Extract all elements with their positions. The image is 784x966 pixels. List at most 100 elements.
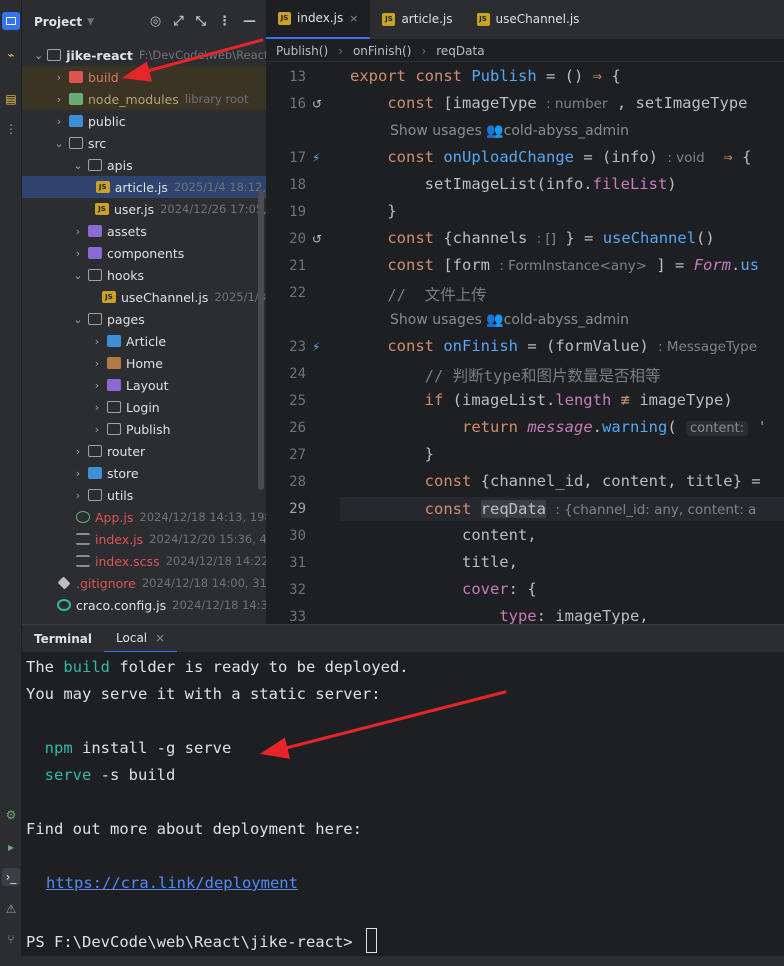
tree-row[interactable]: JS useChannel.js 2025/1/3	[22, 286, 266, 308]
tree-item-label: public	[88, 113, 126, 129]
js-file-icon: JS	[278, 11, 291, 25]
tree-item-label: utils	[107, 487, 134, 503]
line-number: 27	[289, 447, 306, 463]
chevron-right-icon[interactable]: ›	[53, 115, 65, 128]
chevron-right-icon[interactable]: ›	[53, 71, 65, 84]
tab-local[interactable]: Local ×	[104, 625, 178, 653]
chevron-right-icon[interactable]: ›	[91, 357, 103, 370]
close-icon[interactable]: ×	[155, 631, 165, 645]
services-tool-icon[interactable]: ⚙	[2, 806, 20, 824]
locate-icon[interactable]: ◎	[150, 14, 161, 29]
terminal-output[interactable]: The build folder is ready to be deployed…	[22, 652, 784, 956]
chevron-right-icon[interactable]: ›	[72, 247, 84, 260]
tree-row[interactable]: › public	[22, 110, 266, 132]
code-line: }	[350, 202, 397, 220]
problems-tool-icon[interactable]: ⚠	[2, 900, 20, 918]
tree-row[interactable]: › utils	[22, 484, 266, 506]
chevron-right-icon[interactable]: ›	[72, 489, 84, 502]
tree-row[interactable]: ⌄ jike-react F:\DevCode\web\React	[22, 44, 266, 66]
tree-row[interactable]: ⌄ hooks	[22, 264, 266, 286]
tree-row[interactable]: ⌄ src	[22, 132, 266, 154]
terminal-line: You may serve it with a static server:	[26, 685, 381, 703]
lightning-marker-icon[interactable]: ⚡	[312, 340, 320, 354]
tree-row[interactable]: index.js 2024/12/20 15:36, 43	[22, 528, 266, 550]
run-tool-icon[interactable]: ▸	[2, 838, 20, 856]
tree-row[interactable]: › assets	[22, 220, 266, 242]
breadcrumb-item[interactable]: reqData	[436, 44, 484, 58]
git-tool-icon[interactable]: ⑂	[2, 930, 20, 948]
chevron-down-icon[interactable]: ⌄	[72, 269, 84, 282]
chevron-right-icon[interactable]: ›	[91, 401, 103, 414]
tree-row[interactable]: ⌄ pages	[22, 308, 266, 330]
line-number: 16	[289, 96, 306, 112]
tree-row[interactable]: › components	[22, 242, 266, 264]
deployment-link[interactable]: https://cra.link/deployment	[46, 874, 298, 892]
breadcrumb-item[interactable]: Publish()	[276, 44, 328, 58]
more-tools-icon[interactable]: ⋮	[2, 120, 20, 138]
chevron-down-icon[interactable]: ⌄	[72, 159, 84, 172]
chevron-right-icon[interactable]: ›	[53, 93, 65, 106]
options-icon[interactable]: ⋮	[218, 14, 231, 29]
chevron-right-icon[interactable]: ›	[91, 379, 103, 392]
lightning-marker-icon[interactable]: ⚡	[312, 151, 320, 165]
editor-tab[interactable]: JS useChannel.js	[465, 0, 592, 39]
tree-row[interactable]: ⌄ apis	[22, 154, 266, 176]
tree-row[interactable]: › router	[22, 440, 266, 462]
editor-tab[interactable]: JS article.js	[370, 0, 464, 39]
tree-item-label: store	[107, 465, 139, 481]
editor-tab[interactable]: JS index.js ×	[266, 0, 371, 39]
tree-row[interactable]: › build	[22, 66, 266, 88]
terminal-line: npm install -g serve	[26, 739, 232, 757]
tree-row[interactable]: JS article.js 2025/1/4 18:12,	[22, 176, 266, 198]
folder-icon	[107, 357, 121, 369]
commit-tool-icon[interactable]: ⌁	[2, 46, 20, 64]
tree-item-label: components	[107, 245, 185, 261]
project-panel-title[interactable]: Project	[34, 15, 82, 29]
hide-icon[interactable]: —	[243, 14, 256, 29]
tree-row[interactable]: › Login	[22, 396, 266, 418]
terminal-title[interactable]: Terminal	[22, 632, 104, 646]
tree-item-label: assets	[107, 223, 147, 239]
tree-scrollbar[interactable]	[258, 190, 264, 490]
project-tool-icon[interactable]	[2, 12, 20, 30]
chevron-right-icon[interactable]: ›	[72, 225, 84, 238]
override-marker-icon[interactable]: ↺	[312, 232, 322, 246]
chevron-right-icon[interactable]: ›	[72, 467, 84, 480]
tree-row[interactable]: › node_modules library root	[22, 88, 266, 110]
tree-item-label: src	[88, 135, 107, 151]
tree-item-label: jike-react	[66, 47, 133, 63]
breadcrumb-item[interactable]: onFinish()	[353, 44, 411, 58]
code-editor[interactable]: export const Publish = () ⇒ { const [ima…	[340, 63, 784, 624]
tree-row[interactable]: .gitignore 2024/12/18 14:00, 310	[22, 572, 266, 594]
tree-row[interactable]: JS user.js 2024/12/26 17:05,	[22, 198, 266, 220]
chevron-right-icon[interactable]: ›	[72, 445, 84, 458]
tree-row[interactable]: › store	[22, 462, 266, 484]
usage-hint[interactable]: Show usages 👥cold-abyss_admin	[390, 312, 629, 328]
structure-tool-icon[interactable]: ▤	[2, 90, 20, 108]
tree-row[interactable]: › Home	[22, 352, 266, 374]
close-icon[interactable]: ×	[349, 12, 358, 25]
tree-item-label: Layout	[126, 377, 169, 393]
line-number: 28	[289, 474, 306, 490]
tree-row[interactable]: App.js 2024/12/18 14:13, 198	[22, 506, 266, 528]
terminal-tool-icon[interactable]: ›_	[2, 868, 20, 886]
chevron-down-icon[interactable]: ⌄	[72, 313, 84, 326]
folder-icon	[88, 159, 102, 171]
tree-row[interactable]: › Publish	[22, 418, 266, 440]
terminal-prompt[interactable]: PS F:\DevCode\web\React\jike-react>	[26, 928, 377, 953]
chevron-right-icon[interactable]: ›	[91, 423, 103, 436]
expand-all-icon[interactable]: ⤢	[173, 14, 183, 29]
chevron-right-icon[interactable]: ›	[91, 335, 103, 348]
tree-row[interactable]: › Layout	[22, 374, 266, 396]
tree-row[interactable]: craco.config.js 2024/12/18 14:3	[22, 594, 266, 616]
tree-row[interactable]: › Article	[22, 330, 266, 352]
collapse-all-icon[interactable]: ⤡	[196, 14, 206, 29]
chevron-down-icon[interactable]: ⌄	[34, 49, 43, 62]
tree-row[interactable]: index.scss 2024/12/18 14:22,	[22, 550, 266, 572]
override-marker-icon[interactable]: ↺	[312, 97, 322, 111]
usage-hint[interactable]: Show usages 👥cold-abyss_admin	[390, 123, 629, 139]
chevron-down-icon[interactable]: ⌄	[53, 137, 65, 150]
chevron-down-icon[interactable]: ▼	[87, 17, 94, 27]
tree-item-meta: 2024/12/20 15:36, 43	[149, 532, 266, 546]
folder-icon	[88, 445, 102, 457]
